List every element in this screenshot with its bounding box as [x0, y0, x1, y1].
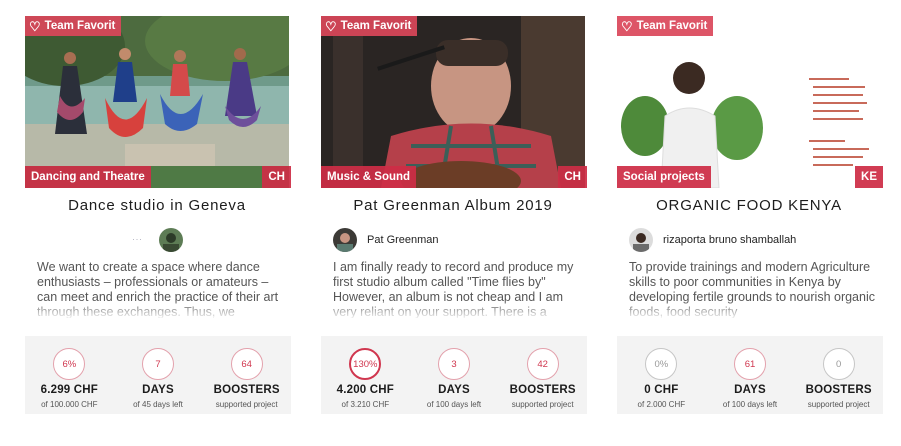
author-row[interactable]: Pat Greenman — [333, 228, 439, 252]
badge-label: Team Favorit — [636, 20, 708, 32]
stat-days: 61 DAYS of 100 days left — [706, 336, 795, 414]
team-favorite-badge: ♡ Team Favorit — [25, 16, 122, 36]
project-title[interactable]: Dance studio in Geneva — [25, 197, 289, 214]
stat-value: DAYS — [734, 384, 766, 396]
project-title[interactable]: Pat Greenman Album 2019 — [321, 197, 585, 214]
stat-funding: 0% 0 CHF of 2.000 CHF — [617, 336, 706, 414]
project-stats: 130% 4.200 CHF of 3.210 CHF 3 DAYS of 10… — [321, 336, 587, 414]
stat-value: 6.299 CHF — [40, 384, 99, 396]
funding-progress-ring: 6% — [53, 348, 86, 380]
badge-label: Team Favorit — [340, 20, 412, 32]
country-tag: CH — [558, 166, 587, 188]
category-tag[interactable]: Social projects — [617, 166, 711, 188]
stat-boosters: 42 BOOSTERS supported project — [498, 336, 587, 414]
stat-subtext: supported project — [511, 400, 574, 409]
project-image[interactable] — [321, 16, 585, 188]
project-card-dance-studio[interactable]: ♡ Team Favorit Dancing and Theatre CH Da… — [25, 0, 291, 446]
boosters-ring: 0 — [822, 348, 855, 380]
team-favorite-badge: ♡ Team Favorit — [321, 16, 418, 36]
avatar — [159, 228, 183, 252]
stat-value: DAYS — [438, 384, 470, 396]
category-tag[interactable]: Dancing and Theatre — [25, 166, 151, 188]
avatar — [629, 228, 653, 252]
description-fade — [321, 300, 585, 320]
project-card-organic-food-kenya[interactable]: ♡ Team Favorit Social projects KE ORGANI… — [617, 0, 883, 446]
heart-outline-icon: ♡ — [325, 18, 337, 34]
stat-subtext: of 2.000 CHF — [637, 400, 686, 409]
avatar — [333, 228, 357, 252]
stat-value: BOOSTERS — [805, 384, 872, 396]
project-image[interactable] — [617, 16, 881, 188]
stat-subtext: of 100.000 CHF — [41, 400, 98, 409]
heart-outline-icon: ♡ — [621, 18, 633, 34]
days-ring: 61 — [734, 348, 766, 380]
author-row[interactable]: · · · — [125, 228, 193, 252]
stat-value: BOOSTERS — [509, 384, 576, 396]
stat-boosters: 64 BOOSTERS supported project — [202, 336, 291, 414]
stat-subtext: of 45 days left — [133, 400, 183, 409]
funding-progress-ring: 0% — [645, 348, 678, 380]
stat-funding: 130% 4.200 CHF of 3.210 CHF — [321, 336, 410, 414]
project-title[interactable]: ORGANIC FOOD KENYA — [617, 197, 881, 214]
boosters-ring: 64 — [230, 348, 263, 380]
stat-subtext: supported project — [807, 400, 870, 409]
country-tag: KE — [855, 166, 883, 188]
project-stats: 0% 0 CHF of 2.000 CHF 61 DAYS of 100 day… — [617, 336, 883, 414]
project-image[interactable] — [25, 16, 289, 188]
heart-outline-icon: ♡ — [29, 18, 41, 34]
project-card-pat-greenman[interactable]: ♡ Team Favorit Music & Sound CH Pat Gree… — [321, 0, 587, 446]
stat-value: BOOSTERS — [213, 384, 280, 396]
stat-funding: 6% 6.299 CHF of 100.000 CHF — [25, 336, 114, 414]
category-tag[interactable]: Music & Sound — [321, 166, 417, 188]
stat-subtext: of 100 days left — [426, 400, 482, 409]
boosters-ring: 42 — [526, 348, 559, 380]
author-logo: · · · — [132, 237, 142, 243]
stat-days: 3 DAYS of 100 days left — [410, 336, 499, 414]
description-fade — [25, 300, 289, 320]
funding-progress-ring: 130% — [349, 348, 382, 380]
stat-boosters: 0 BOOSTERS supported project — [794, 336, 883, 414]
project-stats: 6% 6.299 CHF of 100.000 CHF 7 DAYS of 45… — [25, 336, 291, 414]
country-tag: CH — [262, 166, 291, 188]
stat-days: 7 DAYS of 45 days left — [114, 336, 203, 414]
author-name: Pat Greenman — [367, 234, 439, 246]
description-fade — [617, 300, 881, 320]
stat-value: 4.200 CHF — [336, 384, 395, 396]
days-ring: 3 — [438, 348, 470, 380]
days-ring: 7 — [142, 348, 174, 380]
stat-subtext: of 3.210 CHF — [341, 400, 390, 409]
stat-subtext: of 100 days left — [722, 400, 778, 409]
author-row[interactable]: rizaporta bruno shamballah — [629, 228, 796, 252]
stat-value: 0 CHF — [644, 384, 679, 396]
stat-subtext: supported project — [215, 400, 278, 409]
team-favorite-badge: ♡ Team Favorit — [617, 16, 714, 36]
badge-label: Team Favorit — [44, 20, 116, 32]
stat-value: DAYS — [142, 384, 174, 396]
author-name: rizaporta bruno shamballah — [663, 234, 797, 246]
